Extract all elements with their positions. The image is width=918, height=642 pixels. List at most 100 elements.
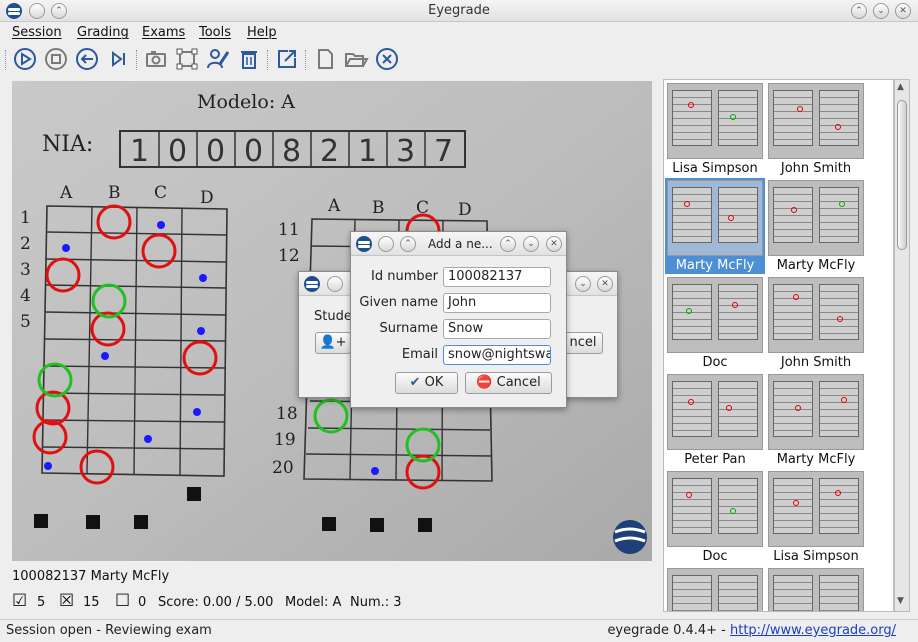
next-button[interactable] xyxy=(105,46,131,72)
email-field[interactable]: snow@nightswat xyxy=(443,345,551,365)
scroll-up-icon[interactable]: ▲ xyxy=(897,82,904,92)
thumbnail-image xyxy=(667,471,763,547)
thumbnail-item[interactable] xyxy=(766,566,866,611)
column-label: A xyxy=(327,196,341,216)
dialog-minimize-button[interactable]: ⌄ xyxy=(523,236,539,252)
menu-grading[interactable]: Grading xyxy=(77,25,129,40)
back-button[interactable] xyxy=(74,46,100,72)
column-label: B xyxy=(108,183,121,203)
version-info: eyegrade 0.4.4+ - http://www.eyegrade.or… xyxy=(607,623,896,638)
thumbnail-caption: John Smith xyxy=(780,161,852,176)
stop-grading-button[interactable] xyxy=(43,46,69,72)
column-label: A xyxy=(59,183,73,203)
minimize-up-button[interactable]: ⌃ xyxy=(851,3,867,19)
thumbnail-image xyxy=(768,471,864,547)
dialog-menu-button[interactable] xyxy=(327,276,343,292)
nia-digit: 1 xyxy=(358,134,377,169)
thumbnail-caption: Peter Pan xyxy=(684,452,746,467)
student-info: 100082137 Marty McFly xyxy=(12,569,170,584)
toolbar-grip xyxy=(5,50,7,70)
snapshot-button[interactable] xyxy=(143,46,169,72)
close-window-button[interactable]: ✕ xyxy=(895,3,911,19)
menu-exams[interactable]: Exams xyxy=(142,25,185,40)
nia-label: NIA: xyxy=(42,132,93,157)
toolbar-separator xyxy=(136,50,138,70)
surname-field[interactable]: Snow xyxy=(443,319,551,339)
thumbnail-caption: Lisa Simpson xyxy=(672,161,758,176)
column-label: D xyxy=(200,188,214,208)
scrollbar-handle[interactable] xyxy=(897,100,907,250)
blank-checkbox-icon: ☐ xyxy=(115,591,131,611)
thumbnail-item[interactable] xyxy=(665,566,765,611)
thumbnail-item[interactable]: Doc xyxy=(665,469,765,565)
thumbnail-item[interactable]: Lisa Simpson xyxy=(665,81,765,177)
dialog-up-button[interactable]: ⌃ xyxy=(500,236,516,252)
dialog-menu-button[interactable] xyxy=(378,236,394,252)
close-circle-icon xyxy=(376,48,398,70)
start-grading-button[interactable] xyxy=(12,46,38,72)
exam-thumbnails-panel[interactable]: Lisa Simpson John Smith Marty McFly Mart… xyxy=(663,79,894,612)
thumbnail-item-selected[interactable]: Marty McFly xyxy=(665,178,765,274)
cancel-button[interactable]: ⛔ Cancel xyxy=(465,372,552,394)
row-label: 2 xyxy=(20,234,31,254)
thumbnail-caption: Marty McFly xyxy=(776,452,856,467)
ok-label: OK xyxy=(424,375,444,390)
camera-icon xyxy=(146,51,166,67)
add-user-icon: 👤+ xyxy=(319,335,347,350)
export-button[interactable] xyxy=(274,46,300,72)
thumbnail-item[interactable]: John Smith xyxy=(766,275,866,371)
stop-icon xyxy=(45,48,67,70)
window-title: Eyegrade xyxy=(428,3,490,18)
row-label: 5 xyxy=(20,312,31,332)
add-student-button[interactable]: 👤+ xyxy=(315,332,351,354)
given-name-label: Given name xyxy=(359,295,438,310)
minimize-button[interactable]: ⌄ xyxy=(873,3,889,19)
thumbnail-item[interactable]: Marty McFly xyxy=(766,372,866,468)
row-label: 19 xyxy=(274,430,296,450)
edit-student-button[interactable] xyxy=(205,46,231,72)
score-text: Score: 0.00 / 5.00 xyxy=(158,595,274,610)
version-text: eyegrade 0.4.4+ - xyxy=(607,623,730,638)
manual-detection-button[interactable] xyxy=(174,46,200,72)
blank-count: 0 xyxy=(138,595,147,610)
discard-button[interactable] xyxy=(236,46,262,72)
scroll-down-icon[interactable]: ▼ xyxy=(897,596,904,606)
thumbnail-image xyxy=(667,180,763,256)
nia-digit: 3 xyxy=(396,134,415,169)
menu-help[interactable]: Help xyxy=(247,25,277,40)
thumbnail-item[interactable]: Doc xyxy=(665,275,765,371)
thumbnail-image xyxy=(768,277,864,353)
folder-open-icon xyxy=(345,53,369,67)
dialog-logo-icon xyxy=(356,236,372,252)
id-number-field[interactable]: 100082137 xyxy=(443,267,551,287)
dialog-logo-icon xyxy=(304,276,320,292)
thumbnail-item[interactable]: Peter Pan xyxy=(665,372,765,468)
menu-session[interactable]: Session xyxy=(12,25,62,40)
open-session-button[interactable] xyxy=(343,46,369,72)
dialog-close-button[interactable]: ✕ xyxy=(597,276,613,292)
close-session-button[interactable] xyxy=(374,46,400,72)
thumbnail-caption: John Smith xyxy=(780,355,852,370)
score-summary: ☑ 5 ☒ 15 ☐ 0 Score: 0.00 / 5.00 Model: A… xyxy=(12,591,532,615)
thumbnail-item[interactable]: Lisa Simpson xyxy=(766,469,866,565)
thumbnails-scrollbar[interactable]: ▲ ▼ xyxy=(894,79,910,612)
status-message: Session open - Reviewing exam xyxy=(6,623,212,638)
menu-tools[interactable]: Tools xyxy=(199,25,231,40)
given-name-field[interactable]: John xyxy=(443,293,551,313)
ok-button[interactable]: ✔ OK xyxy=(395,372,458,394)
new-session-button[interactable] xyxy=(312,46,338,72)
thumbnail-caption: Doc xyxy=(702,355,728,370)
row-label: 11 xyxy=(278,220,300,240)
dialog-keep-above-button[interactable]: ⌃ xyxy=(400,236,416,252)
website-link[interactable]: http://www.eyegrade.org/ xyxy=(730,623,896,638)
cancel-button-partial[interactable]: ncel xyxy=(563,332,603,354)
thumbnail-item[interactable]: Marty McFly xyxy=(766,178,866,274)
dialog-minimize-button[interactable]: ⌄ xyxy=(575,276,591,292)
nia-digit: 8 xyxy=(282,134,301,169)
dialog-close-button[interactable]: ✕ xyxy=(546,236,562,252)
thumbnail-image xyxy=(667,568,763,611)
row-label: 18 xyxy=(276,404,298,424)
eyegrade-logo-icon xyxy=(613,520,647,554)
correct-count: 5 xyxy=(37,595,46,610)
thumbnail-item[interactable]: John Smith xyxy=(766,81,866,177)
